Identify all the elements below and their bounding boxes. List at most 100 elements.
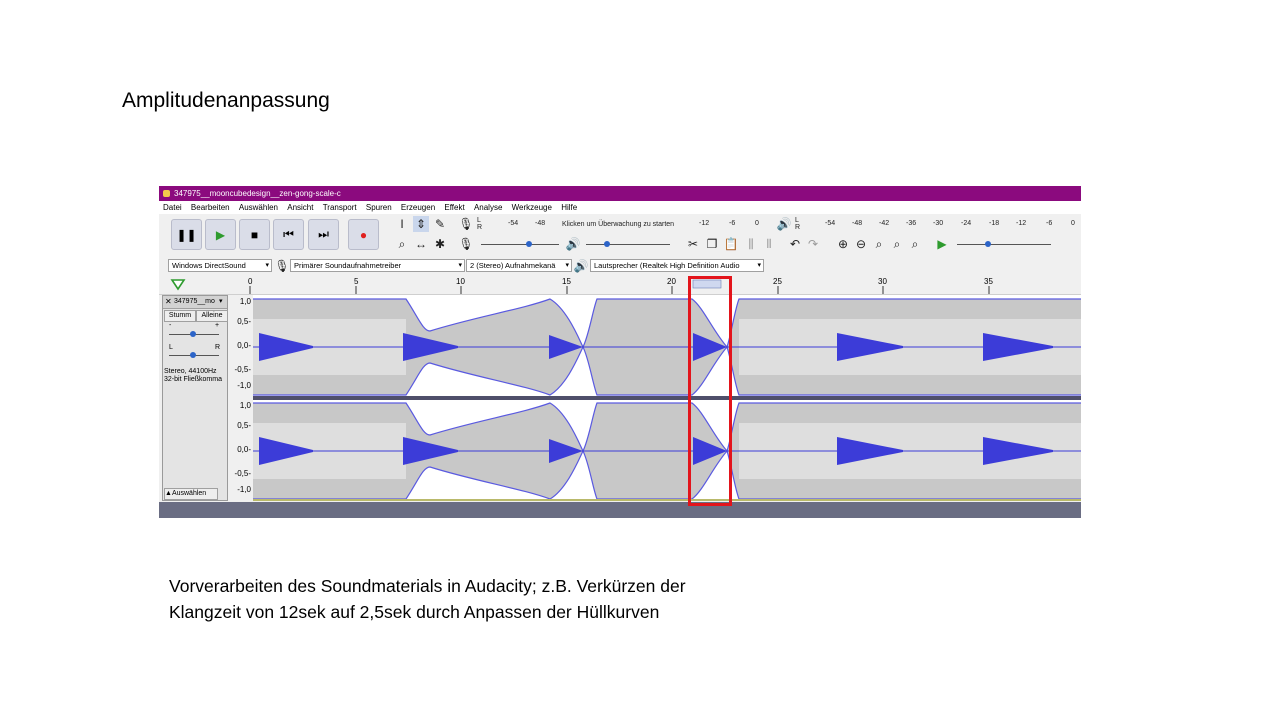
skip-start-icon: ⏮	[283, 227, 294, 241]
play-at-speed-button[interactable]: ▶	[934, 236, 950, 252]
pause-button[interactable]: ❚❚	[171, 219, 202, 250]
solo-button[interactable]: Alleine	[196, 310, 228, 322]
recording-channels-select[interactable]: 2 (Stereo) Aufnahmekanä ▾	[466, 259, 572, 272]
asterisk-icon: ✱	[434, 237, 446, 251]
recording-channels-value: 2 (Stereo) Aufnahmekanä	[470, 261, 556, 270]
zoom-in-button[interactable]: ⊕	[835, 236, 851, 252]
redo-button[interactable]: ↷	[805, 236, 821, 252]
waveform-area[interactable]	[253, 295, 1081, 501]
selection-tool-button[interactable]: I	[394, 216, 410, 232]
menu-effekt[interactable]: Effekt	[444, 203, 464, 212]
multi-tool-button[interactable]: ✱	[432, 236, 448, 252]
silence-button[interactable]: ⫴	[761, 236, 777, 252]
menu-analyse[interactable]: Analyse	[474, 203, 502, 212]
amp-tick: 1,0	[239, 297, 251, 306]
menu-ansicht[interactable]: Ansicht	[287, 203, 313, 212]
fit-selection-button[interactable]: ⌕	[871, 236, 887, 252]
chevron-down-icon: ▾	[265, 262, 269, 269]
zoom-toggle-button[interactable]: ⌕	[907, 236, 923, 252]
slider-thumb[interactable]	[190, 331, 196, 337]
menu-datei[interactable]: Datei	[163, 203, 182, 212]
time-tick: 15	[562, 277, 571, 286]
playback-meter-button[interactable]: 🔊	[776, 216, 792, 232]
playback-volume-slider[interactable]	[586, 241, 670, 247]
slider-thumb[interactable]	[604, 241, 610, 247]
select-track-button[interactable]: ▲Auswählen	[164, 488, 218, 500]
playback-device-select[interactable]: Lautsprecher (Realtek High Definition Au…	[590, 259, 764, 272]
timeshift-tool-button[interactable]: ↔	[413, 236, 429, 252]
playback-device-value: Lautsprecher (Realtek High Definition Au…	[594, 261, 740, 270]
zoom-tool-button[interactable]: ⌕	[394, 236, 410, 252]
amp-tick: 0,5-	[237, 421, 251, 430]
rec-meter-tick: -48	[535, 220, 546, 227]
record-meter-hint[interactable]: Klicken um Überwachung zu starten	[562, 221, 674, 228]
microphone-icon: 🎙	[274, 259, 290, 273]
menu-hilfe[interactable]: Hilfe	[561, 203, 577, 212]
record-meter-button[interactable]: 🎙	[458, 216, 474, 232]
highlight-box	[688, 276, 732, 506]
channel-left[interactable]	[253, 298, 1081, 400]
mute-button[interactable]: Stumm	[164, 310, 196, 322]
play-speed-slider[interactable]	[957, 241, 1051, 247]
slider-thumb[interactable]	[526, 241, 532, 247]
slide-caption: Vorverarbeiten des Soundmaterials in Aud…	[169, 573, 686, 625]
undo-button[interactable]: ↶	[787, 236, 803, 252]
speaker-icon: 🔊	[565, 237, 581, 251]
caption-line-2: Klangzeit von 12sek auf 2,5sek durch Anp…	[169, 602, 660, 622]
track-name[interactable]: 347975__mo	[174, 298, 215, 305]
amp-tick: 0,0-	[237, 341, 251, 350]
audio-host-select[interactable]: Windows DirectSound ▾	[168, 259, 272, 272]
channel-right[interactable]	[253, 402, 1081, 500]
speaker-volume-icon: 🔊	[565, 236, 581, 252]
menu-transport[interactable]: Transport	[323, 203, 357, 212]
amp-tick: -1,0	[237, 381, 251, 390]
amp-tick: -0,5-	[234, 469, 251, 478]
paste-button[interactable]: 📋	[723, 236, 739, 252]
pencil-icon: ✎	[434, 217, 446, 231]
draw-tool-button[interactable]: ✎	[432, 216, 448, 232]
track-format-rate: Stereo, 44100Hz	[164, 368, 217, 375]
menu-werkzeuge[interactable]: Werkzeuge	[512, 203, 552, 212]
copy-button[interactable]: ❐	[704, 236, 720, 252]
time-tick: 35	[984, 277, 993, 286]
play-meter-tick: 0	[1071, 220, 1075, 227]
menu-bearbeiten[interactable]: Bearbeiten	[191, 203, 230, 212]
skip-start-button[interactable]: ⏮	[273, 219, 304, 250]
play-meter-tick: -18	[989, 220, 1000, 227]
menu-spuren[interactable]: Spuren	[366, 203, 392, 212]
timeline-ruler[interactable]: 0 5 10 15 20 25 30 35	[159, 274, 1081, 295]
stop-button[interactable]: ■	[239, 219, 270, 250]
time-tick: 25	[773, 277, 782, 286]
amp-tick: 0,0-	[237, 445, 251, 454]
play-meter-tick: -24	[961, 220, 972, 227]
record-volume-slider[interactable]	[481, 241, 559, 247]
fit-project-icon: ⌕	[893, 236, 901, 251]
trim-button[interactable]: ⫼	[743, 236, 759, 252]
recording-device-select[interactable]: Primärer Soundaufnahmetreiber ▾	[290, 259, 465, 272]
play-button[interactable]: ▶	[205, 219, 236, 250]
device-toolbar: Windows DirectSound ▾ 🎙 Primärer Soundauf…	[159, 258, 1081, 274]
track-menu-chevron-icon[interactable]: ▾	[219, 297, 223, 305]
menu-erzeugen[interactable]: Erzeugen	[401, 203, 435, 212]
envelope-tool-button[interactable]: ⇕	[413, 216, 429, 232]
slider-thumb[interactable]	[190, 352, 196, 358]
chevron-down-icon: ▾	[757, 262, 761, 269]
chevron-down-icon: ▾	[565, 262, 569, 269]
track-header: ✕ 347975__mo ▾	[163, 296, 227, 309]
record-button[interactable]: ●	[348, 219, 379, 250]
gain-slider[interactable]	[169, 331, 219, 337]
amp-tick: 0,5-	[237, 317, 251, 326]
zoom-out-button[interactable]: ⊖	[853, 236, 869, 252]
fit-project-button[interactable]: ⌕	[889, 236, 905, 252]
menu-auswaehlen[interactable]: Auswählen	[239, 203, 278, 212]
clipboard-icon: 📋	[723, 237, 739, 251]
close-track-icon[interactable]: ✕	[165, 297, 172, 306]
pan-left-label: L	[169, 344, 173, 351]
track-format-bits: 32-bit Fließkomma	[164, 376, 222, 383]
skip-end-button[interactable]: ⏭	[308, 219, 339, 250]
pan-slider[interactable]	[169, 352, 219, 358]
cut-button[interactable]: ✂	[685, 236, 701, 252]
speaker-icon: 🔊	[573, 259, 589, 273]
time-tick: 0	[248, 277, 253, 286]
slider-thumb[interactable]	[985, 241, 991, 247]
